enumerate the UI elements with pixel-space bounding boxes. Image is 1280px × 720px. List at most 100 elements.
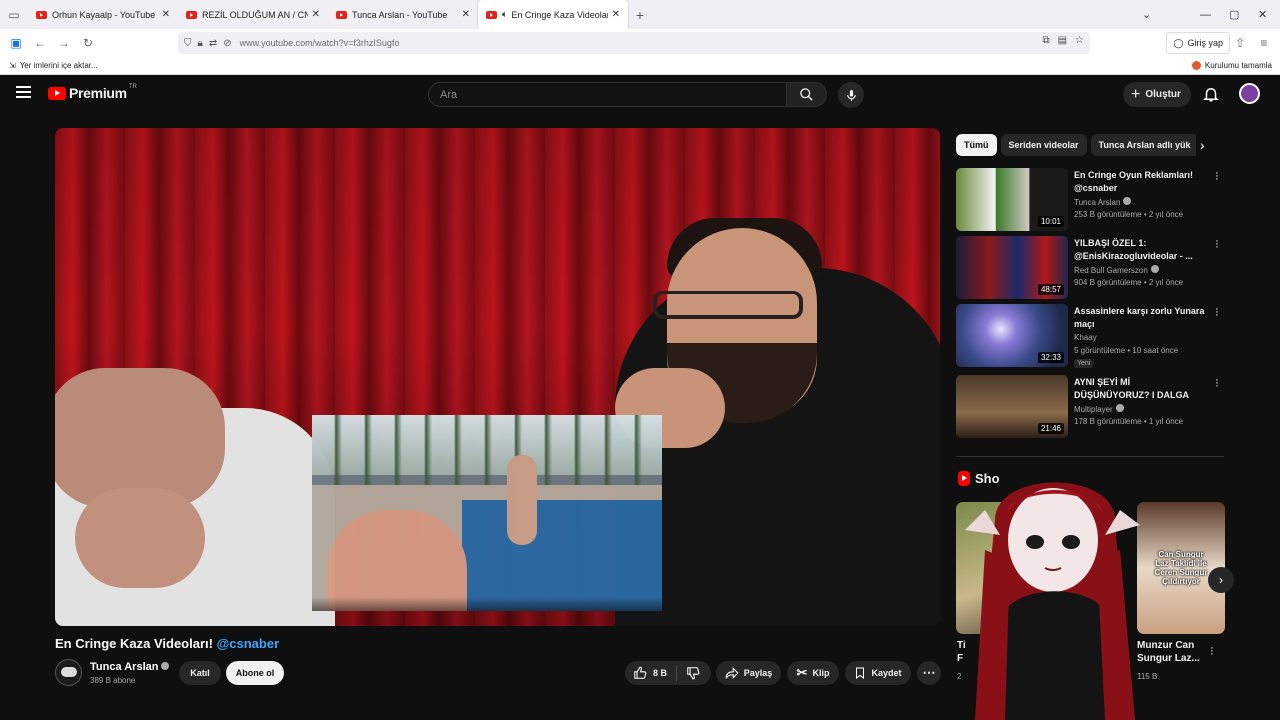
close-tab-icon[interactable]: ✕ [162,9,170,20]
close-tab-icon[interactable]: ✕ [612,9,620,20]
account-avatar[interactable] [1239,83,1260,104]
channel-avatar[interactable] [55,659,82,686]
video-player[interactable] [55,128,940,626]
extensions-icon[interactable]: ⇧ [1228,31,1252,55]
short-title[interactable]: Munzur Can Sungur Laz... [1137,639,1200,665]
recommendation-channel[interactable]: Multiplayer [1074,404,1124,414]
brand-label: Premium [69,85,127,101]
tab-overflow-icon[interactable]: ⌄ [1142,0,1151,29]
notifications-bell-icon[interactable] [1202,85,1220,103]
chip-channel-uploads[interactable]: Tunca Arslan adlı yük [1090,134,1196,156]
recommendation-item[interactable]: 21:46 AYNI ŞEYİ Mİ DÜŞÜNÜYORUZ? I DALGA … [956,375,1226,439]
close-tab-icon[interactable]: ✕ [312,9,320,20]
recommendation-title[interactable]: AYNI ŞEYİ Mİ DÜŞÜNÜYORUZ? I DALGA BOYU [1074,376,1206,402]
clip-palms [312,415,662,485]
chip-all[interactable]: Tümü [956,134,997,156]
search-input[interactable]: Ara [428,82,787,107]
clip-button[interactable]: ✂ Klip [787,661,839,685]
url-text[interactable]: www.youtube.com/watch?v=f3rhzISugfo [240,38,400,48]
scissors-icon: ✂ [796,665,808,680]
youtube-favicon-icon [486,10,497,19]
recommendation-channel[interactable]: Tunca Arslan [1074,197,1132,207]
browser-tab[interactable]: Orhun Kayaalp - YouTube ✕ [28,0,178,29]
shield-icon[interactable]: ⛉ [184,38,192,49]
recommendation-title[interactable]: YILBAŞI ÖZEL 1: @EnisKirazogluvideolar -… [1074,237,1206,263]
video-thumbnail[interactable]: 21:46 [956,375,1068,438]
verified-icon [1150,265,1159,273]
search-button[interactable] [786,82,827,107]
voice-search-button[interactable] [838,82,864,108]
channel-label: Multiplayer [1074,405,1113,414]
like-button[interactable]: 8 B [633,665,678,681]
new-tab-icon[interactable]: + [628,7,652,23]
clip-person [507,455,537,545]
address-bar[interactable]: ⛉ 🔒︎ ⇄ ⊘ www.youtube.com/watch?v=f3rhzIS… [178,32,1090,54]
join-button[interactable]: Katıl [179,661,221,685]
create-button[interactable]: + Oluştur [1123,82,1191,107]
setup-link[interactable]: Kurulumu tamamla [1191,61,1272,70]
recommendation-channel[interactable]: Khaay [1074,333,1097,342]
recommendation-meta: 904 B görüntüleme • 2 yıl önce [1074,278,1184,287]
import-bookmarks-label: Yer imlerini içe aktar... [19,61,98,70]
verified-icon [1115,404,1124,412]
browser-tab-active[interactable]: 🔈︎ En Cringe Kaza Videoları! @ ✕ [478,0,628,29]
video-thumbnail[interactable]: 10:01 [956,168,1068,231]
more-actions-icon[interactable]: ⋯ [917,661,941,685]
channel-name[interactable]: Tunca Arslan [90,661,170,673]
muted-autoplay-icon[interactable]: ⊘ [223,38,231,49]
kebab-menu-icon[interactable]: · · · [1214,304,1220,321]
subscribe-button[interactable]: Abone ol [226,661,284,685]
youtube-premium-logo[interactable]: Premium TR [48,84,137,101]
close-tab-icon[interactable]: ✕ [462,9,470,20]
menu-icon[interactable]: ≡ [1252,31,1276,55]
recommendation-item[interactable]: 10:01 En Cringe Oyun Reklamları! @csnabe… [956,168,1226,232]
share-button[interactable]: Paylaş [716,661,781,685]
clip-label: Klip [812,668,830,678]
recommendation-title[interactable]: En Cringe Oyun Reklamları! @csnaber [1074,169,1206,195]
permissions-icon[interactable]: ⇄ [209,38,217,49]
sign-in-button[interactable]: ◯ Giriş yap [1166,32,1230,54]
video-thumbnail[interactable]: 32:33 [956,304,1068,367]
dislike-button[interactable] [677,666,700,680]
recommendation-meta: 178 B görüntüleme • 1 yıl önce [1074,417,1184,426]
title-mention-link[interactable]: @csnaber [217,636,280,651]
recommendation-title[interactable]: Assasinlere karşı zorlu Yunara maçı [1074,305,1206,331]
close-window-icon[interactable]: ✕ [1258,0,1267,29]
kebab-menu-icon[interactable]: · · · [1209,643,1215,660]
lock-icon[interactable]: 🔒︎ [198,38,203,49]
picture-in-picture-icon[interactable]: ⧉ [1042,35,1049,46]
save-button[interactable]: Kaydet [845,661,911,685]
reader-view-icon[interactable]: ▤ [1058,35,1067,46]
firefox-icon [1191,61,1201,70]
forward-icon[interactable]: → [52,31,76,55]
minimize-icon[interactable]: — [1200,0,1211,29]
chevron-right-icon[interactable]: › [1200,137,1205,153]
share-label: Paylaş [743,668,773,678]
recommendation-item[interactable]: 48:57 YILBAŞI ÖZEL 1: @EnisKirazogluvide… [956,236,1226,300]
recommendation-item[interactable]: 32:33 Assasinlere karşı zorlu Yunara maç… [956,304,1226,368]
short-thumbnail[interactable]: Can Sungur Laz Taklidi ile Ceren Sungur … [1137,502,1225,634]
hamburger-menu-icon[interactable] [16,86,31,101]
browser-tab[interactable]: Tunca Arslan - YouTube ✕ [328,0,478,29]
bookmark-star-icon[interactable]: ☆ [1075,35,1084,46]
recommendation-channel[interactable]: Red Bull Gamerszon [1074,265,1159,275]
kebab-menu-icon[interactable]: · · · [1214,168,1220,185]
maximize-icon[interactable]: ▢ [1229,0,1239,29]
like-count: 8 B [653,668,668,678]
browser-tab[interactable]: REZİL OLDUĞUM AN / CNN MA ✕ [178,0,328,29]
video-frame-glasses [653,291,803,319]
kebab-menu-icon[interactable]: · · · [1214,375,1220,392]
shorts-next-button[interactable]: › [1208,567,1234,593]
speaker-icon[interactable]: 🔈︎ [502,9,507,20]
plus-icon: + [1131,85,1141,103]
clip-person [327,510,467,611]
reload-icon[interactable]: ↻ [76,31,100,55]
subscriber-count: 389 B abone [90,676,136,685]
kebab-menu-icon[interactable]: · · · [1214,236,1220,253]
chip-series[interactable]: Seriden videolar [1000,134,1087,156]
sidebar-icon[interactable]: ▣ [4,31,28,55]
video-thumbnail[interactable]: 48:57 [956,236,1068,299]
import-bookmarks-link[interactable]: ⇲ Yer imlerini içe aktar... [9,61,98,70]
tab-list-icon[interactable]: ▭ [0,0,28,29]
back-icon[interactable]: ← [28,31,52,55]
